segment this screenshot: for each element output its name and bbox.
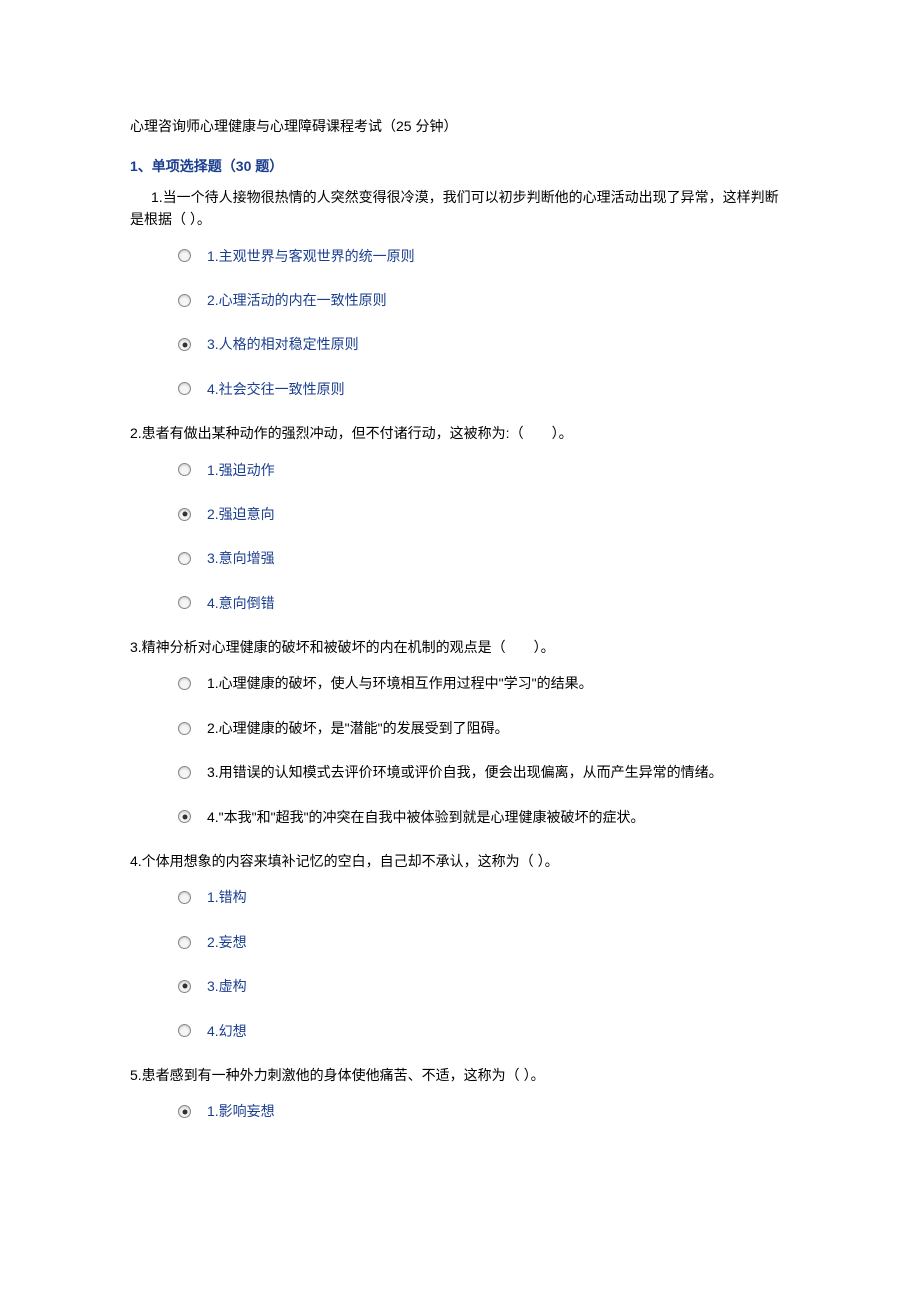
option[interactable]: 1.心理健康的破坏，使人与环境相互作用过程中"学习"的结果。 xyxy=(178,672,790,694)
option-label: 4."本我"和"超我"的冲突在自我中被体验到就是心理健康被破坏的症状。 xyxy=(207,806,645,828)
option[interactable]: 1.强迫动作 xyxy=(178,459,790,481)
radio-button[interactable] xyxy=(178,980,191,993)
question-text: 2.患者有做出某种动作的强烈冲动，但不付诸行动，这被称为:（ ）。 xyxy=(130,422,790,444)
option[interactable]: 1.主观世界与客观世界的统一原则 xyxy=(178,245,790,267)
radio-button[interactable] xyxy=(178,382,191,395)
options-list: 1.主观世界与客观世界的统一原则 2.心理活动的内在一致性原则 3.人格的相对稳定性… xyxy=(130,245,790,401)
radio-button[interactable] xyxy=(178,1024,191,1037)
option[interactable]: 4.社会交往一致性原则 xyxy=(178,378,790,400)
questions-container: 1.当一个待人接物很热情的人突然变得很冷漠，我们可以初步判断他的心理活动出现了异… xyxy=(130,186,790,1123)
question-text: 4.个体用想象的内容来填补记忆的空白，自己却不承认，这称为（ ）。 xyxy=(130,850,790,872)
options-list: 1.影响妄想 xyxy=(130,1100,790,1122)
radio-button[interactable] xyxy=(178,891,191,904)
question: 3.精神分析对心理健康的破坏和被破坏的内在机制的观点是（ ）。 1.心理健康的破坏… xyxy=(130,636,790,828)
option-label: 3.用错误的认知模式去评价环境或评价自我，便会出现偏离，从而产生异常的情绪。 xyxy=(207,761,723,783)
radio-button[interactable] xyxy=(178,596,191,609)
option-label: 1.强迫动作 xyxy=(207,459,275,481)
radio-button[interactable] xyxy=(178,338,191,351)
option[interactable]: 3.意向增强 xyxy=(178,547,790,569)
radio-button[interactable] xyxy=(178,463,191,476)
option[interactable]: 3.人格的相对稳定性原则 xyxy=(178,333,790,355)
radio-button[interactable] xyxy=(178,810,191,823)
radio-button[interactable] xyxy=(178,508,191,521)
option[interactable]: 3.虚构 xyxy=(178,975,790,997)
option[interactable]: 2.妄想 xyxy=(178,931,790,953)
option[interactable]: 4.幻想 xyxy=(178,1020,790,1042)
option-label: 4.意向倒错 xyxy=(207,592,275,614)
question: 1.当一个待人接物很热情的人突然变得很冷漠，我们可以初步判断他的心理活动出现了异… xyxy=(130,186,790,400)
option-label: 4.社会交往一致性原则 xyxy=(207,378,345,400)
section-title: 1、单项选择题（30 题） xyxy=(130,155,790,177)
option-label: 1.影响妄想 xyxy=(207,1100,275,1122)
options-list: 1.强迫动作 2.强迫意向 3.意向增强 4.意向倒错 xyxy=(130,459,790,615)
option[interactable]: 2.心理活动的内在一致性原则 xyxy=(178,289,790,311)
option-label: 3.意向增强 xyxy=(207,547,275,569)
radio-button[interactable] xyxy=(178,1105,191,1118)
option-label: 4.幻想 xyxy=(207,1020,247,1042)
question-text: 1.当一个待人接物很热情的人突然变得很冷漠，我们可以初步判断他的心理活动出现了异… xyxy=(130,186,790,231)
option[interactable]: 3.用错误的认知模式去评价环境或评价自我，便会出现偏离，从而产生异常的情绪。 xyxy=(178,761,790,783)
option-label: 2.妄想 xyxy=(207,931,247,953)
option-label: 3.虚构 xyxy=(207,975,247,997)
options-list: 1.错构 2.妄想 3.虚构 4.幻想 xyxy=(130,886,790,1042)
option[interactable]: 2.强迫意向 xyxy=(178,503,790,525)
question: 5.患者感到有一种外力刺激他的身体使他痛苦、不适，这称为（ ）。 1.影响妄想 xyxy=(130,1064,790,1123)
option[interactable]: 1.错构 xyxy=(178,886,790,908)
radio-button[interactable] xyxy=(178,552,191,565)
radio-button[interactable] xyxy=(178,766,191,779)
options-list: 1.心理健康的破坏，使人与环境相互作用过程中"学习"的结果。 2.心理健康的破坏，… xyxy=(130,672,790,828)
option-label: 1.错构 xyxy=(207,886,247,908)
option-label: 2.心理健康的破坏，是"潜能"的发展受到了阻碍。 xyxy=(207,717,509,739)
exam-title: 心理咨询师心理健康与心理障碍课程考试（25 分钟） xyxy=(130,115,790,137)
radio-button[interactable] xyxy=(178,677,191,690)
option-label: 2.心理活动的内在一致性原则 xyxy=(207,289,387,311)
option-label: 1.心理健康的破坏，使人与环境相互作用过程中"学习"的结果。 xyxy=(207,672,593,694)
question-text: 5.患者感到有一种外力刺激他的身体使他痛苦、不适，这称为（ ）。 xyxy=(130,1064,790,1086)
radio-button[interactable] xyxy=(178,722,191,735)
radio-button[interactable] xyxy=(178,936,191,949)
radio-button[interactable] xyxy=(178,249,191,262)
question: 2.患者有做出某种动作的强烈冲动，但不付诸行动，这被称为:（ ）。 1.强迫动作 2… xyxy=(130,422,790,614)
option-label: 1.主观世界与客观世界的统一原则 xyxy=(207,245,415,267)
option-label: 3.人格的相对稳定性原则 xyxy=(207,333,359,355)
option-label: 2.强迫意向 xyxy=(207,503,275,525)
radio-button[interactable] xyxy=(178,294,191,307)
option[interactable]: 4."本我"和"超我"的冲突在自我中被体验到就是心理健康被破坏的症状。 xyxy=(178,806,790,828)
option[interactable]: 4.意向倒错 xyxy=(178,592,790,614)
question-text: 3.精神分析对心理健康的破坏和被破坏的内在机制的观点是（ ）。 xyxy=(130,636,790,658)
option[interactable]: 2.心理健康的破坏，是"潜能"的发展受到了阻碍。 xyxy=(178,717,790,739)
option[interactable]: 1.影响妄想 xyxy=(178,1100,790,1122)
question: 4.个体用想象的内容来填补记忆的空白，自己却不承认，这称为（ ）。 1.错构 2.妄… xyxy=(130,850,790,1042)
